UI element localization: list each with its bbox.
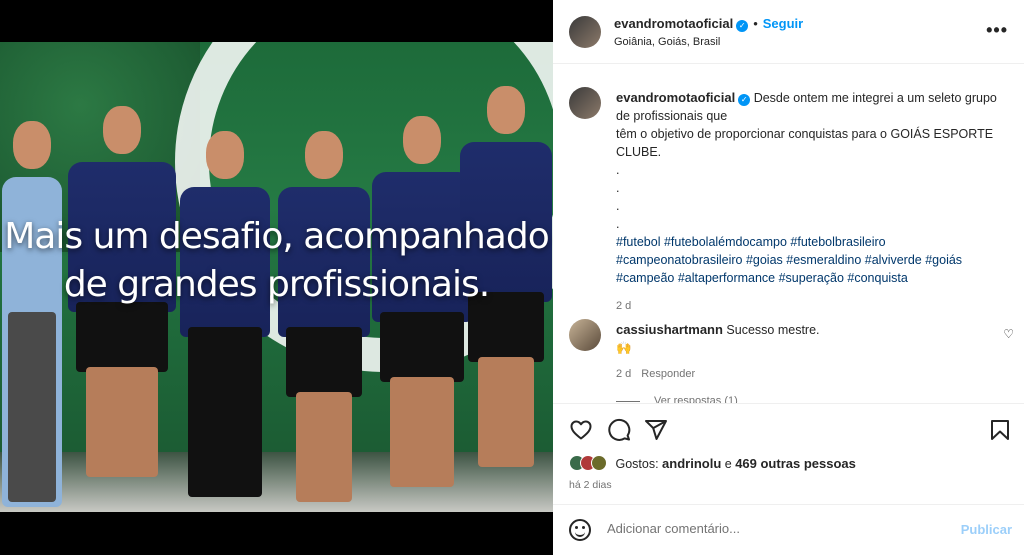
post-media: Mais um desafio, acompanhado de grandes …	[0, 0, 553, 555]
view-replies-label: Ver respostas (1)	[654, 395, 738, 403]
person-legs	[390, 377, 454, 487]
verified-badge-icon: ✓	[736, 20, 749, 32]
person-head	[13, 121, 51, 169]
view-replies-button[interactable]: Ver respostas (1)	[616, 395, 738, 403]
likes-summary[interactable]: Gostos: andrinolu e 469 outras pessoas	[569, 455, 856, 474]
caption-time[interactable]: 2 d	[616, 297, 1011, 315]
caption-username[interactable]: evandromotaoficial	[616, 90, 735, 105]
comment-meta: 2 d Responder	[616, 365, 986, 383]
likes-others[interactable]: 469 outras pessoas	[735, 456, 856, 471]
comment-emoji: 🙌	[616, 341, 632, 355]
post-header: evandromotaoficial ✓ • Seguir Goiânia, Goiá…	[553, 0, 1024, 64]
comments-section[interactable]: evandromotaoficial ✓ Desde ontem me integ…	[553, 65, 1024, 403]
person-head	[305, 131, 343, 179]
author-avatar[interactable]	[569, 16, 601, 48]
comment-time: 2 d	[616, 368, 632, 380]
publish-button[interactable]: Publicar	[961, 522, 1012, 537]
overlay-line-1: Mais um desafio, acompanhado	[4, 216, 549, 257]
liker-avatars	[569, 455, 607, 474]
caption-author-avatar[interactable]	[569, 87, 601, 119]
person-head	[206, 131, 244, 179]
commenter-avatar[interactable]	[569, 319, 601, 351]
likes-joiner: e	[724, 456, 732, 471]
caption-hashtags[interactable]: #futebol #futebolalémdocampo #futebolbra…	[616, 233, 1011, 287]
verified-badge-icon: ✓	[738, 94, 751, 106]
replies-divider	[616, 400, 640, 402]
author-username[interactable]: evandromotaoficial	[614, 16, 733, 31]
person-legs	[8, 312, 56, 502]
add-comment-bar: Publicar	[553, 504, 1024, 555]
comment-item: cassiushartmann Sucesso mestre. 🙌 2 d Res…	[616, 321, 986, 383]
separator-dot: •	[753, 16, 758, 31]
reply-button[interactable]: Responder	[641, 368, 695, 380]
likes-user[interactable]: andrinolu	[662, 456, 721, 471]
likes-prefix: Gostos:	[615, 456, 659, 471]
person-head	[487, 86, 525, 134]
ground	[0, 452, 553, 512]
header-user-line: evandromotaoficial ✓ • Seguir	[614, 16, 803, 32]
post-date[interactable]: há 2 dias	[569, 479, 612, 491]
person-head	[103, 106, 141, 154]
post-details-panel: evandromotaoficial ✓ • Seguir Goiânia, Goiá…	[553, 0, 1024, 555]
person-pants	[188, 327, 262, 497]
post-actions-bar	[553, 403, 1024, 453]
person-shorts	[76, 302, 168, 372]
comment-text: Sucesso mestre.	[726, 323, 820, 337]
person-shorts	[286, 327, 362, 397]
comment-username[interactable]: cassiushartmann	[616, 322, 723, 337]
post-location[interactable]: Goiânia, Goiás, Brasil	[614, 36, 720, 48]
person-head	[403, 116, 441, 164]
follow-button[interactable]: Seguir	[763, 16, 803, 31]
liker-avatar	[591, 455, 607, 471]
overlay-line-2: de grandes profissionais.	[63, 264, 490, 305]
caption-body: Desde ontem me integrei a um seleto grup…	[616, 91, 997, 231]
person-legs	[296, 392, 352, 502]
heart-icon[interactable]	[569, 418, 593, 442]
share-icon[interactable]	[644, 418, 668, 442]
comment-input[interactable]	[607, 521, 937, 536]
comment-like-heart-icon[interactable]: ♡	[1003, 327, 1014, 341]
photo-caption-overlay: Mais um desafio, acompanhado de grandes …	[0, 213, 553, 309]
comment-icon[interactable]	[607, 418, 631, 442]
bookmark-icon[interactable]	[988, 418, 1012, 442]
person-legs	[86, 367, 158, 477]
more-options-icon[interactable]: •••	[986, 20, 1008, 41]
emoji-picker-icon[interactable]	[569, 519, 591, 541]
person-legs	[478, 357, 534, 467]
post-caption: evandromotaoficial ✓ Desde ontem me integ…	[616, 89, 1011, 315]
person-shorts	[380, 312, 464, 382]
